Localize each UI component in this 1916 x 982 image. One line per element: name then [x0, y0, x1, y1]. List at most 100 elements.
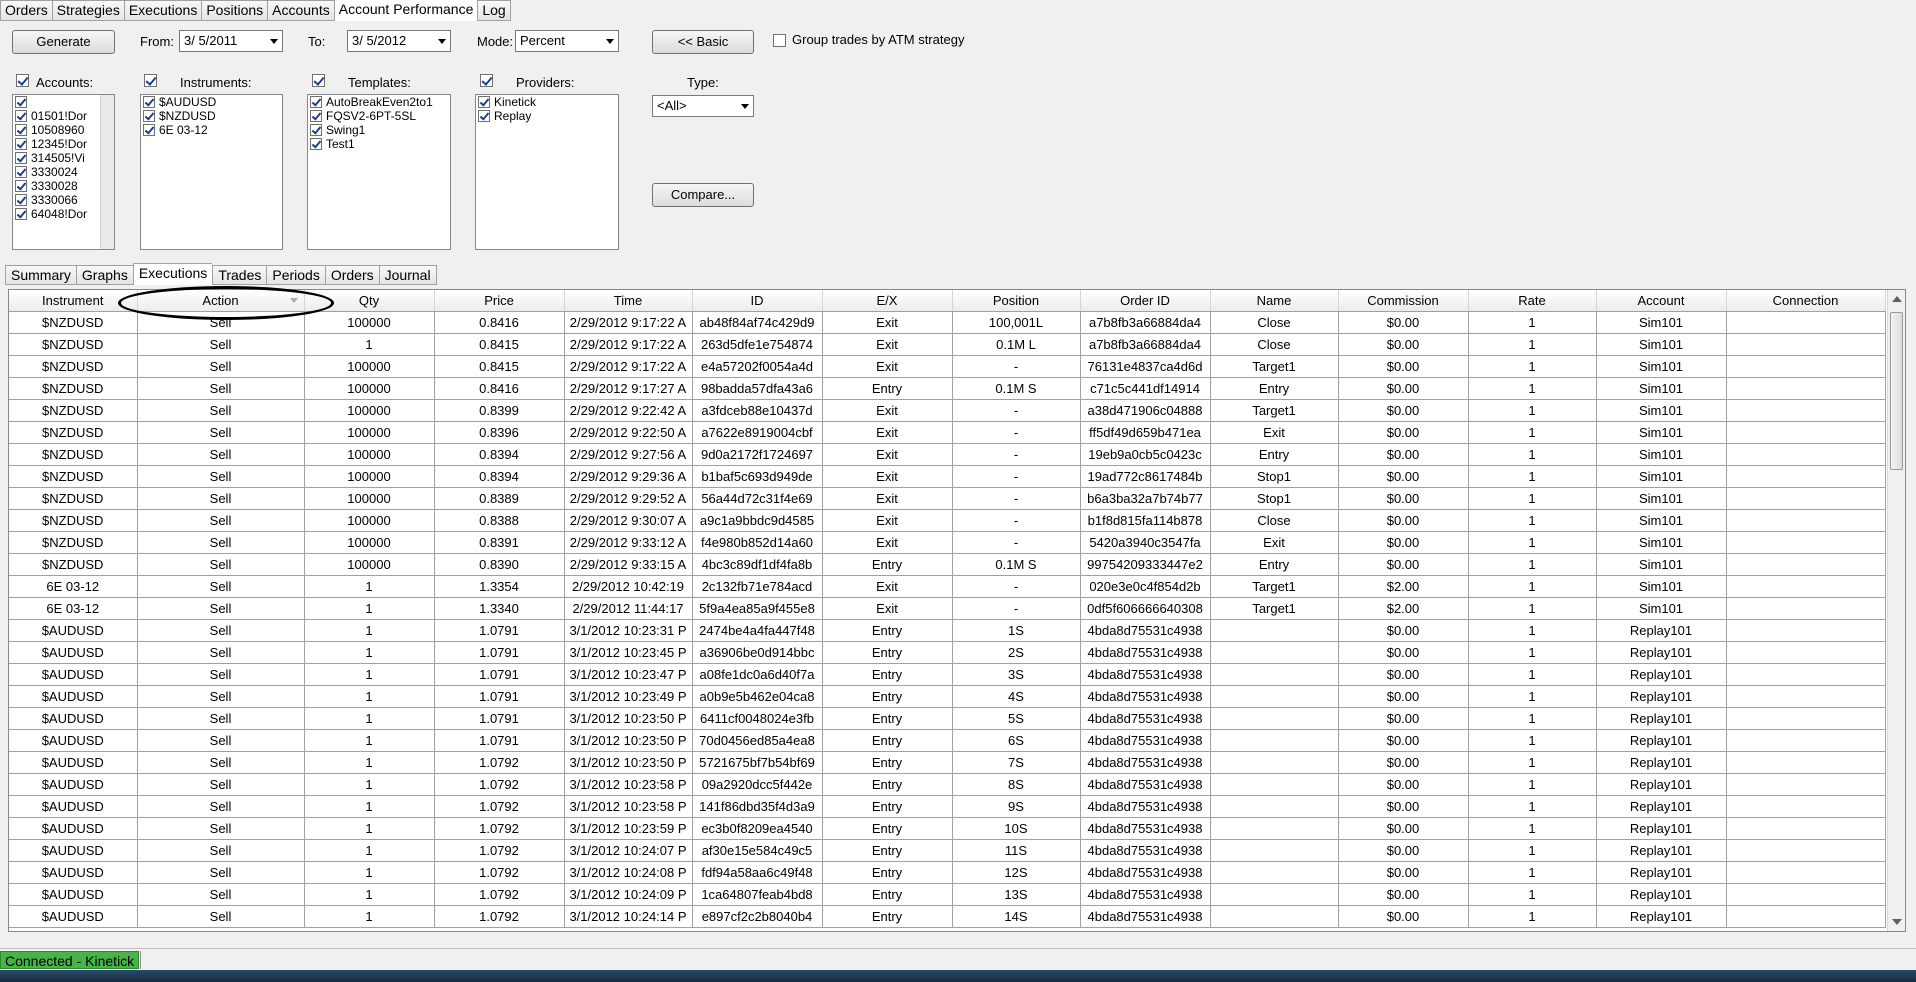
list-item[interactable]: $NZDUSD	[141, 109, 282, 123]
tab-executions[interactable]: Executions	[123, 0, 202, 21]
table-row[interactable]: $AUDUSD Sell 1 1.0792 3/1/2012 10:23:58 P 141…	[9, 795, 1886, 818]
checkbox[interactable]	[143, 124, 155, 136]
accounts-scrollbar[interactable]	[100, 95, 114, 249]
list-item[interactable]: AutoBreakEven2to1	[308, 95, 450, 109]
table-row[interactable]: $NZDUSD Sell 100000 0.8416 2/29/2012 9:17:27…	[9, 377, 1886, 400]
scroll-thumb[interactable]	[1890, 312, 1903, 470]
table-row[interactable]: $NZDUSD Sell 100000 0.8396 2/29/2012 9:22:50…	[9, 421, 1886, 444]
table-row[interactable]: 6E 03-12 Sell 1 1.3340 2/29/2012 11:44:17 5f9…	[9, 597, 1886, 620]
tab-account-performance[interactable]: Account Performance	[333, 0, 478, 21]
tab-graphs[interactable]: Graphs	[75, 265, 133, 285]
table-row[interactable]: $NZDUSD Sell 100000 0.8416 2/29/2012 9:17:22…	[9, 311, 1886, 334]
basic-button[interactable]: << Basic	[652, 30, 754, 54]
checkbox[interactable]	[15, 152, 27, 164]
list-item[interactable]	[13, 95, 114, 109]
mode-select[interactable]: Percent	[515, 30, 619, 52]
accounts-list[interactable]: 01501!Dor 10508960 12345!Dor 314505!Vi 3…	[12, 94, 115, 250]
list-item[interactable]: 12345!Dor	[13, 137, 114, 151]
table-row[interactable]: $AUDUSD Sell 1 1.0792 3/1/2012 10:24:14 Pe89…	[9, 905, 1886, 928]
table-row[interactable]: $AUDUSD Sell 1 1.0792 3/1/2012 10:24:07 Paf3…	[9, 839, 1886, 862]
checkbox[interactable]	[143, 96, 155, 108]
instruments-all-checkbox[interactable]	[144, 74, 157, 87]
table-row[interactable]: $AUDUSD Sell 1 1.0791 3/1/2012 10:23:50 P 70d…	[9, 729, 1886, 752]
checkbox[interactable]	[143, 110, 155, 122]
tab-trades[interactable]: Trades	[212, 265, 267, 285]
column-header-position[interactable]: Position	[952, 290, 1081, 312]
table-row[interactable]: $AUDUSD Sell 1 1.0792 3/1/2012 10:24:09 P 1ca…	[9, 883, 1886, 906]
column-header-instrument[interactable]: Instrument	[9, 290, 138, 312]
column-header-commission[interactable]: Commission	[1338, 290, 1469, 312]
tab-accounts[interactable]: Accounts	[267, 0, 334, 21]
table-row[interactable]: $AUDUSD Sell 1 1.0792 3/1/2012 10:24:08 Pfdf…	[9, 861, 1886, 884]
table-row[interactable]: $AUDUSD Sell 1 1.0791 3/1/2012 10:23:47 Pa08…	[9, 663, 1886, 686]
column-header-order-id[interactable]: Order ID	[1080, 290, 1211, 312]
list-item[interactable]: 10508960	[13, 123, 114, 137]
list-item[interactable]: Kinetick	[476, 95, 618, 109]
tab-periods[interactable]: Periods	[266, 265, 325, 285]
column-header-rate[interactable]: Rate	[1468, 290, 1597, 312]
checkbox[interactable]	[15, 110, 27, 122]
table-row[interactable]: $NZDUSD Sell 100000 0.8394 2/29/2012 9:29:36…	[9, 465, 1886, 488]
checkbox[interactable]	[310, 110, 322, 122]
table-row[interactable]: $NZDUSD Sell 100000 0.8399 2/29/2012 9:22:42…	[9, 399, 1886, 422]
tab-strategies[interactable]: Strategies	[51, 0, 124, 21]
table-row[interactable]: $NZDUSD Sell 100000 0.8388 2/29/2012 9:30:07…	[9, 509, 1886, 532]
list-item[interactable]: 3330028	[13, 179, 114, 193]
checkbox[interactable]	[478, 96, 490, 108]
checkbox[interactable]	[15, 138, 27, 150]
instruments-list[interactable]: $AUDUSD $NZDUSD 6E 03-12	[140, 94, 283, 250]
tab-executions-sub[interactable]: Executions	[132, 263, 213, 285]
checkbox[interactable]	[15, 194, 27, 206]
tab-orders[interactable]: Orders	[0, 0, 52, 21]
table-row[interactable]: $NZDUSD Sell 1 0.8415 2/29/2012 9:17:22 A 263…	[9, 333, 1886, 356]
column-header-time[interactable]: Time	[564, 290, 693, 312]
table-row[interactable]: $NZDUSD Sell 100000 0.8415 2/29/2012 9:17:22…	[9, 355, 1886, 378]
checkbox[interactable]	[310, 96, 322, 108]
table-row[interactable]: $AUDUSD Sell 1 1.0791 3/1/2012 10:23:49 Pa0b…	[9, 685, 1886, 708]
column-header-price[interactable]: Price	[434, 290, 565, 312]
list-item[interactable]: 64048!Dor	[13, 207, 114, 221]
checkbox[interactable]	[15, 96, 27, 108]
column-header-connection[interactable]: Connection	[1726, 290, 1886, 312]
table-row[interactable]: $NZDUSD Sell 100000 0.8389 2/29/2012 9:29:52…	[9, 487, 1886, 510]
column-header-account[interactable]: Account	[1596, 290, 1727, 312]
tab-positions[interactable]: Positions	[201, 0, 268, 21]
table-row[interactable]: $NZDUSD Sell 100000 0.8394 2/29/2012 9:27:56…	[9, 443, 1886, 466]
list-item[interactable]: 314505!Vi	[13, 151, 114, 165]
grid-vertical-scrollbar[interactable]	[1887, 290, 1905, 931]
checkbox[interactable]	[15, 166, 27, 178]
checkbox[interactable]	[478, 110, 490, 122]
generate-button[interactable]: Generate	[12, 30, 115, 54]
list-item[interactable]: Replay	[476, 109, 618, 123]
from-date-picker[interactable]: 3/ 5/2011	[179, 30, 283, 52]
compare-button[interactable]: Compare...	[652, 183, 754, 207]
table-row[interactable]: $AUDUSD Sell 1 1.0791 3/1/2012 10:23:50 P 641…	[9, 707, 1886, 730]
column-header-e-x[interactable]: E/X	[822, 290, 953, 312]
checkbox[interactable]	[15, 124, 27, 136]
list-item[interactable]: Swing1	[308, 123, 450, 137]
column-header-id[interactable]: ID	[692, 290, 823, 312]
tab-log[interactable]: Log	[477, 0, 511, 21]
list-item[interactable]: 01501!Dor	[13, 109, 114, 123]
table-row[interactable]: 6E 03-12 Sell 1 1.3354 2/29/2012 10:42:19 2c1…	[9, 575, 1886, 598]
column-header-name[interactable]: Name	[1210, 290, 1339, 312]
list-item[interactable]: 3330024	[13, 165, 114, 179]
list-item[interactable]: 6E 03-12	[141, 123, 282, 137]
scroll-down-arrow-icon[interactable]	[1892, 919, 1902, 925]
column-header-qty[interactable]: Qty	[304, 290, 435, 312]
executions-grid[interactable]: Instrument Action Qty Price Time ID E/X Positio…	[8, 289, 1906, 932]
to-date-picker[interactable]: 3/ 5/2012	[347, 30, 451, 52]
group-atm-checkbox[interactable]	[773, 34, 786, 47]
table-row[interactable]: $NZDUSD Sell 100000 0.8390 2/29/2012 9:33:15…	[9, 553, 1886, 576]
templates-list[interactable]: AutoBreakEven2to1 FQSV2-6PT-5SL Swing1 T…	[307, 94, 451, 250]
accounts-all-checkbox[interactable]	[16, 74, 29, 87]
scroll-up-arrow-icon[interactable]	[1892, 296, 1902, 302]
checkbox[interactable]	[310, 124, 322, 136]
checkbox[interactable]	[15, 208, 27, 220]
table-row[interactable]: $AUDUSD Sell 1 1.0791 3/1/2012 10:23:45 Pa36…	[9, 641, 1886, 664]
list-item[interactable]: Test1	[308, 137, 450, 151]
providers-list[interactable]: Kinetick Replay	[475, 94, 619, 250]
table-row[interactable]: $AUDUSD Sell 1 1.0792 3/1/2012 10:23:58 P 09a…	[9, 773, 1886, 796]
providers-all-checkbox[interactable]	[480, 74, 493, 87]
tab-summary[interactable]: Summary	[5, 265, 76, 285]
